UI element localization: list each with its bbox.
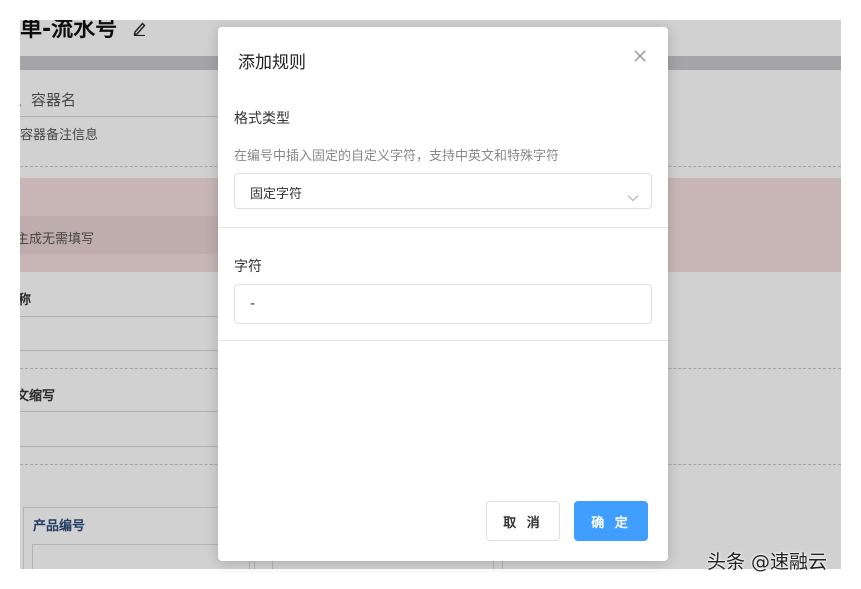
- section-divider: [218, 227, 668, 228]
- cancel-button[interactable]: 取 消: [486, 501, 560, 541]
- format-hint: 在编号中插入固定的自定义字符，支持中英文和特殊字符: [234, 149, 560, 164]
- confirm-button[interactable]: 确 定: [574, 501, 648, 541]
- close-icon[interactable]: [630, 46, 650, 66]
- char-input[interactable]: [234, 284, 652, 324]
- format-type-label: 格式类型: [234, 111, 290, 127]
- add-rule-dialog: 添加规则 格式类型 在编号中插入固定的自定义字符，支持中英文和特殊字符 固定字符…: [218, 27, 668, 561]
- format-type-value: 固定字符: [250, 187, 303, 202]
- char-label: 字符: [234, 259, 262, 275]
- format-type-select[interactable]: 固定字符: [234, 173, 652, 209]
- chevron-down-icon: [627, 187, 639, 206]
- section-divider: [218, 340, 668, 341]
- watermark: 头条 @速融云: [707, 551, 828, 573]
- dialog-title: 添加规则: [238, 53, 306, 73]
